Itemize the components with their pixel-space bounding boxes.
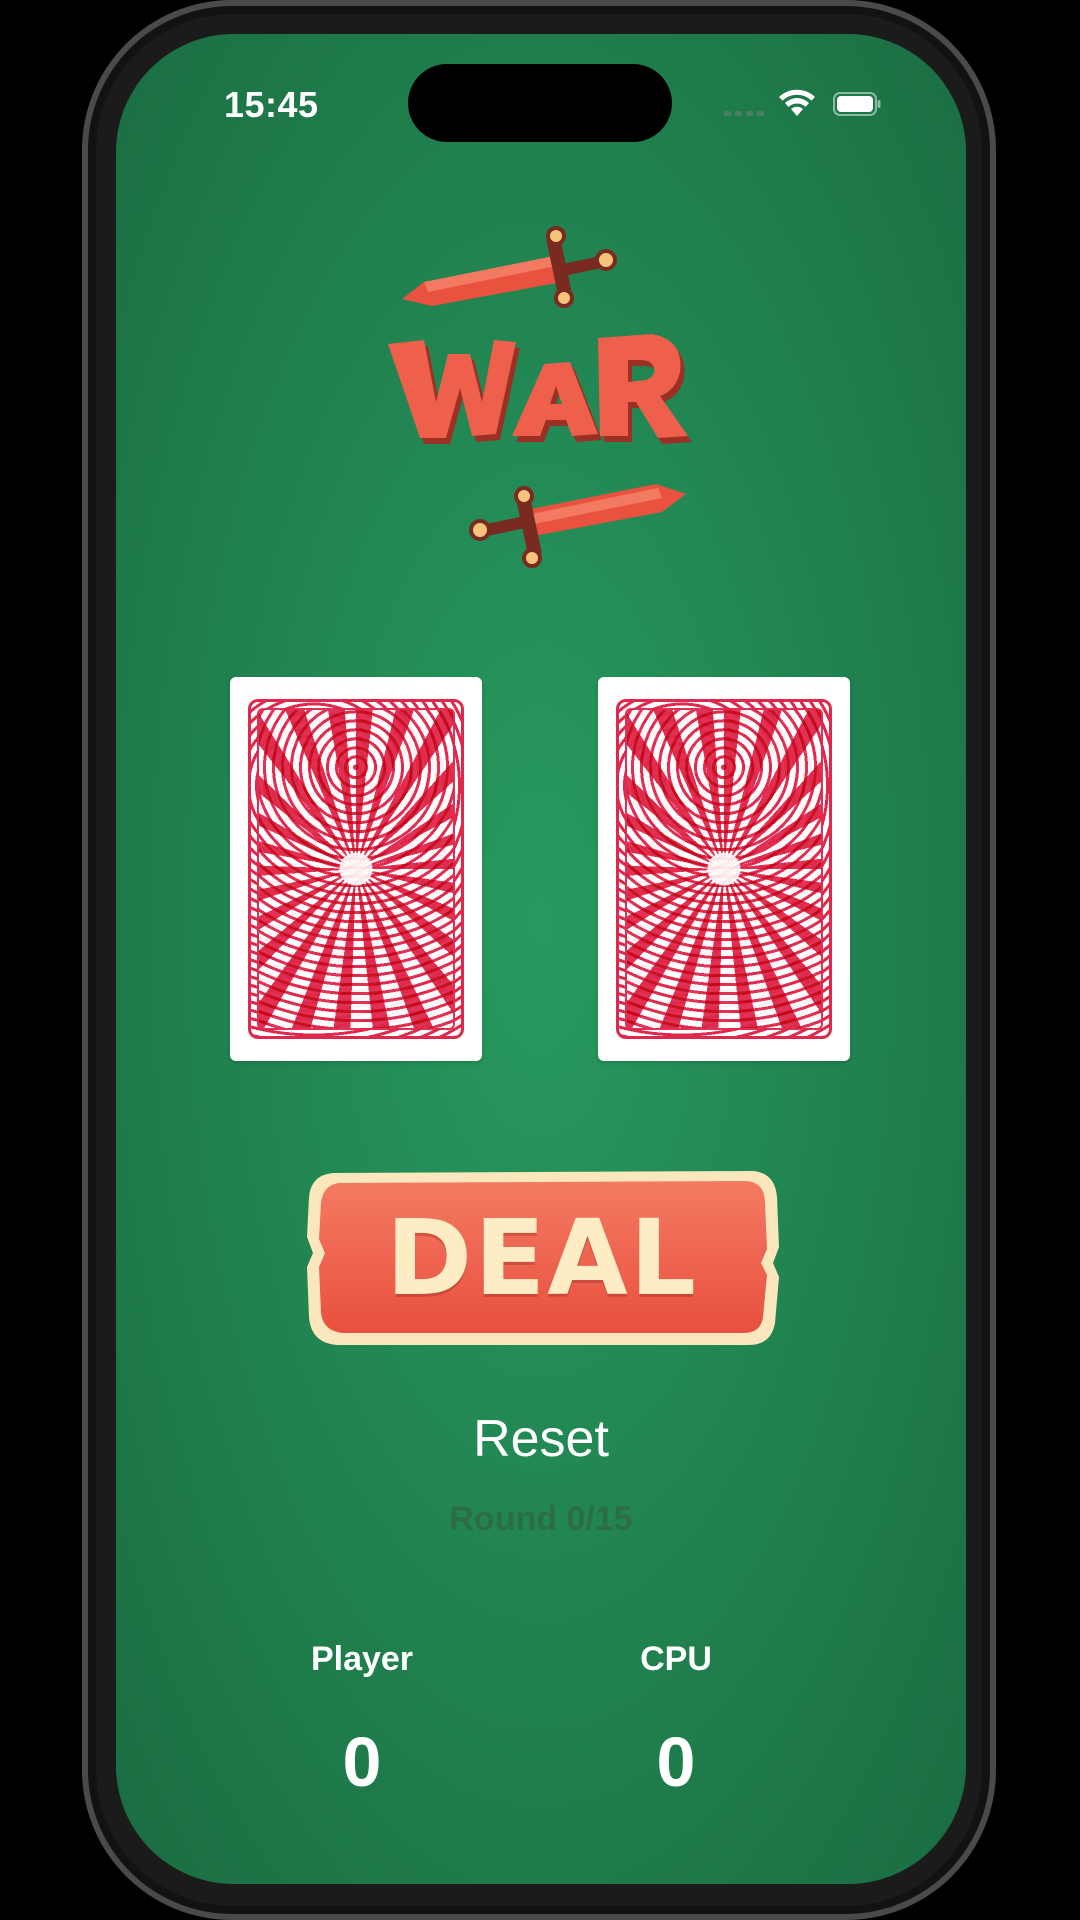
deal-button-label: DEAL (385, 1197, 699, 1319)
cpu-score-title: CPU (640, 1640, 712, 1678)
sword-icon (402, 226, 617, 308)
deal-button[interactable]: DEAL (303, 1167, 781, 1349)
player-score-value: 0 (342, 1723, 382, 1801)
player-score-title: Player (310, 1640, 414, 1678)
wifi-icon (779, 89, 815, 116)
battery-icon (833, 92, 881, 116)
cpu-score-value: 0 (656, 1723, 696, 1801)
signal-icon (724, 106, 766, 116)
card-back-pattern (248, 699, 464, 1039)
player-score-panel: Player 0 (252, 1634, 472, 1802)
sword-icon (469, 484, 686, 568)
cpu-card (598, 677, 850, 1061)
cpu-score-panel: CPU 0 (566, 1634, 786, 1802)
dynamic-island (408, 64, 672, 142)
player-card (230, 677, 482, 1061)
card-back-pattern (616, 699, 832, 1039)
reset-button[interactable]: Reset (441, 1404, 641, 1474)
game-screen: 15:45 DEAL Reset Round 0/15 Player 0 CPU… (116, 34, 966, 1884)
status-time: 15:45 (224, 84, 319, 125)
round-counter: Round 0/15 (449, 1500, 633, 1538)
war-logo (388, 226, 692, 568)
